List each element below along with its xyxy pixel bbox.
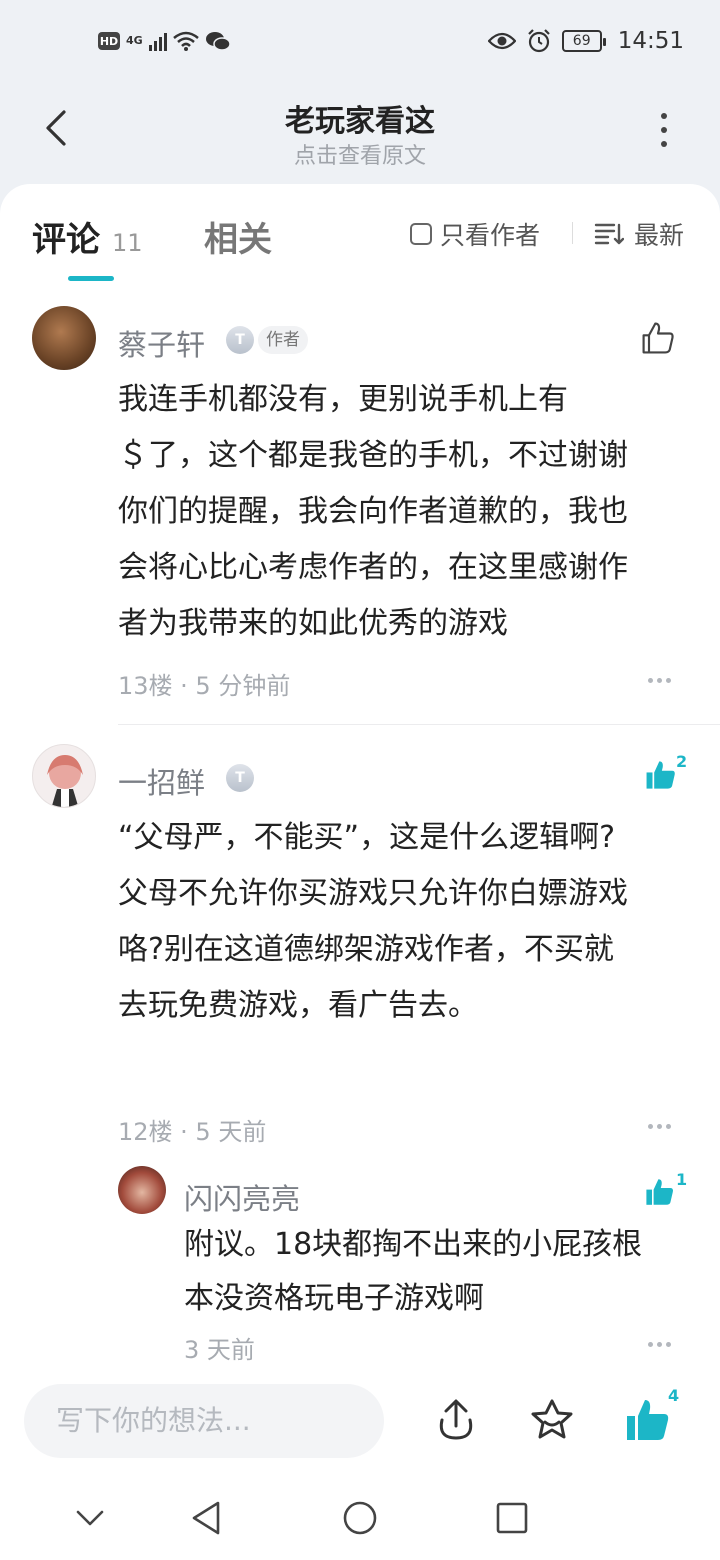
comment-meta: 12楼 · 5 天前 bbox=[118, 1118, 267, 1146]
nav-back-icon bbox=[192, 1501, 220, 1535]
page-title[interactable]: 老玩家看这 bbox=[0, 96, 720, 140]
hd-indicator: HD bbox=[98, 32, 120, 50]
more-icon bbox=[661, 113, 667, 119]
comment-tabs: 评论 11 相关 只看作者 最新 bbox=[0, 184, 720, 284]
comment-meta: 13楼 · 5 分钟前 bbox=[118, 672, 291, 700]
comment-count: 11 bbox=[112, 229, 143, 257]
avatar[interactable] bbox=[32, 306, 96, 370]
comment-line: 你们的提醒，我会向作者道歉的，我也 bbox=[118, 494, 628, 529]
reply-item: 闪闪亮亮 1 附议。18块都掏不出来的小屁孩根 本没资格玩电子游戏啊 3 天前 bbox=[0, 1160, 720, 1364]
post-like-count: 4 bbox=[668, 1386, 680, 1405]
level-badge: T bbox=[226, 326, 254, 354]
divider bbox=[572, 222, 573, 244]
comment-text: 我连手机都没有，更别说手机上有 ＄了，这个都是我爸的手机，不过谢谢 你们的提醒，… bbox=[118, 372, 678, 652]
nav-home-icon bbox=[343, 1501, 377, 1535]
comment-more-button[interactable] bbox=[648, 678, 671, 683]
active-tab-indicator bbox=[68, 276, 114, 281]
status-right: 69 14:51 bbox=[487, 28, 684, 54]
status-left: HD 4G bbox=[98, 30, 231, 52]
comment-line: 附议。18块都掏不出来的小屁孩根 bbox=[184, 1227, 643, 1262]
tab-related[interactable]: 相关 bbox=[204, 212, 272, 261]
comment-line: 去玩免费游戏，看广告去。 bbox=[118, 988, 478, 1023]
comment-input[interactable]: 写下你的想法... bbox=[24, 1384, 384, 1458]
comments-panel: 评论 11 相关 只看作者 最新 蔡子轩 T 作者 我连手机都没有，更别说手机上… bbox=[0, 184, 720, 1364]
comment-line: ＄了，这个都是我爸的手机，不过谢谢 bbox=[118, 438, 628, 473]
author-only-label: 只看作者 bbox=[440, 221, 541, 250]
like-icon-filled[interactable] bbox=[644, 1176, 676, 1208]
favorite-icon[interactable] bbox=[528, 1396, 576, 1444]
comment-author-name[interactable]: 蔡子轩 bbox=[118, 322, 205, 364]
like-icon-filled[interactable] bbox=[644, 758, 678, 792]
sort-button[interactable]: 最新 bbox=[594, 216, 684, 252]
sort-icon bbox=[594, 223, 624, 245]
alarm-icon bbox=[527, 29, 550, 53]
eye-icon bbox=[487, 32, 516, 50]
comment-line: 者为我带来的如此优秀的游戏 bbox=[118, 606, 508, 641]
wifi-icon bbox=[172, 31, 199, 51]
more-options-button[interactable] bbox=[652, 110, 676, 150]
clock: 14:51 bbox=[617, 28, 684, 54]
status-bar: HD 4G 69 14:51 bbox=[0, 0, 720, 90]
nav-back-button[interactable] bbox=[186, 1498, 226, 1538]
comment-line: 会将心比心考虑作者的，在这里感谢作 bbox=[118, 550, 628, 585]
tab-comments[interactable]: 评论 11 bbox=[32, 212, 143, 261]
nav-recent-button[interactable] bbox=[492, 1498, 532, 1538]
system-nav-bar bbox=[0, 1474, 720, 1560]
comment-author-name[interactable]: 一招鲜 bbox=[118, 760, 205, 802]
author-tag: 作者 bbox=[258, 326, 308, 354]
comment-divider bbox=[118, 724, 720, 725]
battery-indicator: 69 bbox=[561, 30, 606, 52]
avatar[interactable] bbox=[118, 1166, 166, 1214]
comment-text: “父母严，不能买”，这是什么逻辑啊? 父母不允许你买游戏只允许你白嫖游戏 咯?别… bbox=[118, 810, 688, 1034]
nav-home-button[interactable] bbox=[340, 1498, 380, 1538]
top-header: 老玩家看这 点击查看原文 bbox=[0, 90, 720, 190]
like-count: 1 bbox=[676, 1170, 688, 1189]
like-post-icon[interactable] bbox=[624, 1396, 672, 1444]
avatar-image bbox=[47, 755, 83, 807]
comment-item: 一招鲜 T 2 “父母严，不能买”，这是什么逻辑啊? 父母不允许你买游戏只允许你… bbox=[0, 740, 720, 1364]
tab-comments-label: 评论 bbox=[32, 220, 100, 260]
sort-label: 最新 bbox=[634, 221, 685, 250]
level-badge: T bbox=[226, 764, 254, 792]
reply-text: 附议。18块都掏不出来的小屁孩根 本没资格玩电子游戏啊 bbox=[184, 1218, 684, 1326]
author-only-checkbox[interactable] bbox=[410, 223, 432, 245]
comment-line: 父母不允许你买游戏只允许你白嫖游戏 bbox=[118, 876, 628, 911]
share-icon[interactable] bbox=[432, 1396, 480, 1444]
comment-item: 蔡子轩 T 作者 我连手机都没有，更别说手机上有 ＄了，这个都是我爸的手机，不过… bbox=[0, 302, 720, 722]
signal-icon bbox=[148, 31, 167, 51]
like-count: 2 bbox=[676, 752, 688, 771]
reply-author-name[interactable]: 闪闪亮亮 bbox=[184, 1176, 300, 1218]
comment-line: “父母严，不能买”，这是什么逻辑啊? bbox=[118, 820, 616, 855]
author-only-toggle[interactable]: 只看作者 bbox=[410, 216, 540, 252]
avatar[interactable] bbox=[32, 744, 96, 808]
chevron-down-icon bbox=[76, 1510, 104, 1526]
comment-line: 我连手机都没有，更别说手机上有 bbox=[118, 382, 568, 417]
reply-more-button[interactable] bbox=[648, 1342, 671, 1347]
comment-line: 本没资格玩电子游戏啊 bbox=[184, 1281, 484, 1316]
nav-collapse-button[interactable] bbox=[70, 1498, 110, 1538]
nav-recent-icon bbox=[496, 1502, 528, 1534]
comment-line: 咯?别在这道德绑架游戏作者，不买就 bbox=[118, 932, 614, 967]
like-icon[interactable] bbox=[640, 320, 676, 356]
reply-meta: 3 天前 bbox=[184, 1336, 255, 1364]
wechat-icon bbox=[205, 32, 231, 51]
view-original-link[interactable]: 点击查看原文 bbox=[0, 138, 720, 170]
bottom-action-bar: 写下你的想法... 4 bbox=[0, 1364, 720, 1474]
network-type: 4G bbox=[126, 34, 143, 47]
comment-more-button[interactable] bbox=[648, 1124, 671, 1129]
